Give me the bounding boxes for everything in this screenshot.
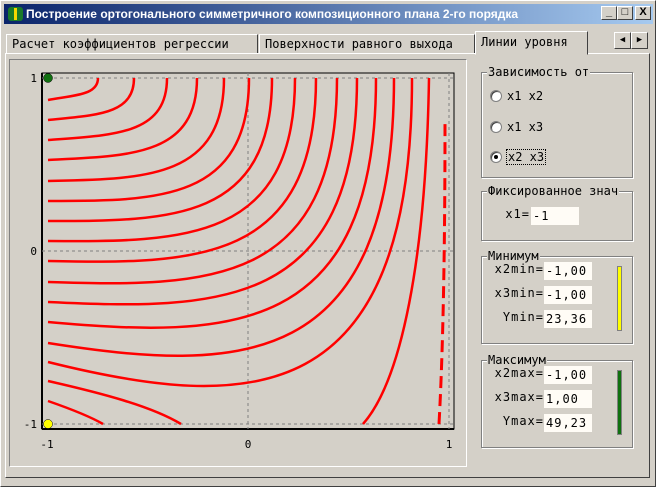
x-tick: 1 [446,438,453,451]
contour-line [47,77,378,329]
y-tick: 1 [30,72,37,85]
maximum-caption: Максимум [487,353,547,367]
radio-label: x1 x3 [507,120,544,134]
contour-line [47,77,297,243]
contour-line [47,77,169,142]
radio-x1-x3[interactable]: x1 x3 [490,120,543,134]
radio-circle-selected[interactable] [490,151,502,163]
x2max-field[interactable]: -1,00 [544,366,592,384]
ymin-field[interactable]: 23,36 [544,310,592,328]
contour-line [437,120,447,425]
min-marker [43,419,53,429]
minimum-caption: Минимум [487,249,540,263]
x3max-field[interactable]: 1,00 [544,390,592,408]
max-marker [43,73,53,83]
contour-line [47,77,251,203]
minimum-group: Минимум x2min= -1,00 x3min= -1,00 Ymin= … [481,249,633,344]
contour-line [47,379,182,426]
contour-line [47,77,396,357]
app-window: Построение ортогонального симметричного … [0,0,656,487]
maximum-group: Максимум x2max= -1,00 x3max= 1,00 Ymax= … [481,353,633,448]
x-tick: 0 [245,438,252,451]
ymax-label: Ymax= [502,414,544,428]
minimize-button[interactable]: _ [601,6,617,20]
fixed-label: x1= [505,207,530,221]
radio-x2-x3[interactable]: x2 x3 [490,149,547,165]
contour-line [47,77,100,102]
x3max-label: x3max= [494,390,544,404]
radio-label: x1 x2 [507,89,544,103]
dependency-caption: Зависимость от [487,65,591,79]
fixed-value-group: Фиксированное знач x1= -1 [481,184,633,241]
fixed-value-field[interactable]: -1 [531,207,579,225]
contour-line [47,77,359,306]
x3min-label: x3min= [494,286,544,300]
x2min-field[interactable]: -1,00 [544,262,592,280]
max-color-bar [617,370,622,435]
contour-line [47,77,226,183]
radio-x1-x2[interactable]: x1 x2 [490,89,543,103]
contour-line [47,77,414,388]
radio-circle[interactable] [490,121,502,133]
x-tick: -1 [40,438,53,451]
x3min-field[interactable]: -1,00 [544,286,592,304]
x2max-label: x2max= [494,366,544,380]
ymin-label: Ymin= [502,310,544,324]
radio-label: x2 x3 [505,149,547,165]
y-tick: 0 [30,245,37,258]
tab-scroll-right-icon[interactable]: ▶ [631,32,648,49]
tab-level-lines[interactable]: Линии уровня [475,31,588,55]
min-color-bar [617,266,622,331]
ymax-field[interactable]: 49,23 [544,414,592,432]
radio-circle[interactable] [490,90,502,102]
x2min-label: x2min= [494,262,544,276]
maximize-button[interactable]: □ [617,6,633,20]
contour-plot: -1 0 1 1 0 -1 [24,72,455,451]
y-tick: -1 [24,418,37,431]
tab-scroll-left-icon[interactable]: ◀ [614,32,631,49]
dependency-group: Зависимость от x1 x2 x1 x3 x2 x3 [481,65,633,178]
contour-line [47,399,104,426]
close-button[interactable]: X [635,6,651,20]
fixed-caption: Фиксированное знач [487,184,620,198]
